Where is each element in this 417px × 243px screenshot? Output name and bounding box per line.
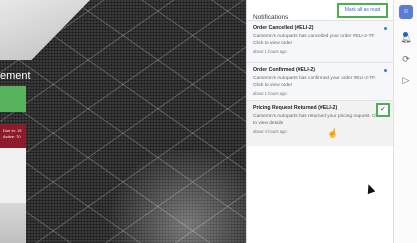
notification-body: Cameron's Autoparts has cancelled your o…	[253, 34, 376, 46]
background-image	[0, 0, 246, 243]
refresh-icon[interactable]: ⟳	[399, 52, 413, 66]
mark-read-check-button[interactable]: ✓	[376, 103, 390, 117]
notification-time: about 4 hours ago	[253, 129, 287, 134]
active-text: Active: 70	[3, 134, 21, 139]
notification-body: Cameron's Autoparts has returned your pr…	[253, 114, 383, 126]
white-card	[0, 148, 26, 203]
notification-item[interactable]: Pricing Request Returned (#ELI-2) Camero…	[247, 100, 393, 146]
hand-cursor-icon: ☝	[327, 128, 339, 138]
unread-dot-icon	[384, 27, 387, 30]
notification-title: Order Cancelled (#ELI-2)	[253, 25, 314, 31]
left-panel-bottom	[0, 203, 26, 243]
unread-dot-icon	[384, 69, 387, 72]
notification-time: about 1 hours ago	[253, 91, 287, 96]
check-icon: ✓	[380, 106, 386, 113]
notification-item[interactable]: Order Confirmed (#ELI-2) Cameron's Autop…	[247, 62, 393, 100]
light-glare	[100, 150, 246, 243]
notifications-header: Notifications Mark all as read	[247, 0, 393, 21]
avatar-icon[interactable]: ☺	[399, 5, 413, 19]
notification-title: Order Confirmed (#ELI-2)	[253, 67, 315, 73]
notification-badge-icon	[403, 32, 408, 37]
play-icon[interactable]: ▷	[399, 73, 413, 87]
notifications-panel: Notifications Mark all as read Order Can…	[246, 0, 393, 243]
red-stats-card[interactable]: Due In: 19 Active: 70	[0, 124, 26, 148]
green-card[interactable]	[0, 86, 26, 112]
panel-empty-space	[247, 146, 393, 243]
notification-body: Cameron's Autoparts has confirmed your o…	[253, 76, 377, 88]
mark-all-read-button[interactable]: Mark all as read	[337, 3, 388, 18]
notification-item[interactable]: Order Cancelled (#ELI-2) Cameron's Autop…	[247, 20, 393, 62]
sky-area	[0, 0, 90, 60]
notification-title: Pricing Request Returned (#ELI-2)	[253, 105, 338, 111]
notification-time: about 1 hours ago	[253, 49, 287, 54]
background-heading: ement	[0, 70, 31, 82]
